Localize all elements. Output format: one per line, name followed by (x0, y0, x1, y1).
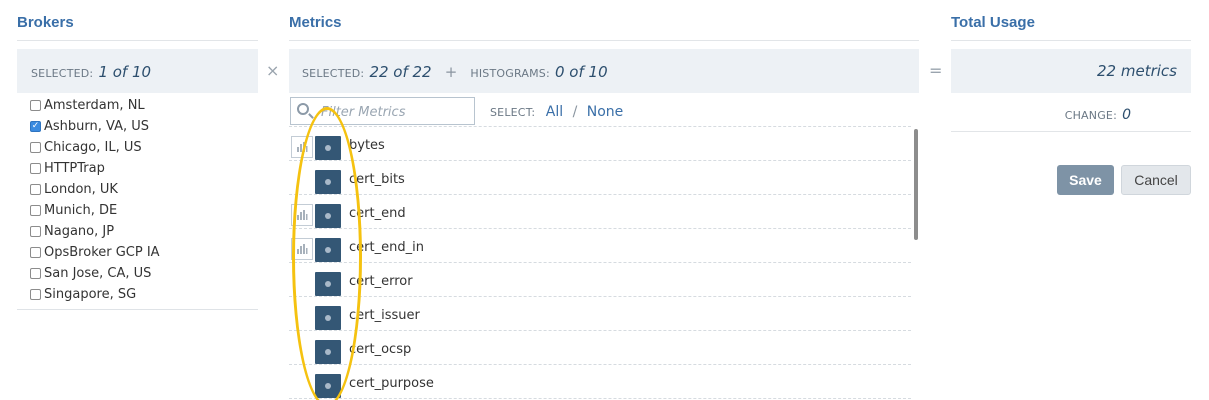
select-all-link[interactable]: All (546, 104, 563, 120)
metrics-selected-value: 22 of 22 (369, 63, 432, 81)
metric-toggle-button[interactable] (315, 170, 341, 194)
broker-item[interactable]: Singapore, SG (17, 284, 258, 305)
checkbox-icon[interactable] (30, 247, 41, 258)
total-usage-heading: Total Usage (951, 14, 1035, 31)
metric-name: cert_bits (349, 172, 405, 187)
checkbox-icon[interactable] (30, 184, 41, 195)
metrics-selected-label: SELECTED: (302, 67, 365, 80)
metric-name: bytes (349, 138, 385, 153)
metric-toggle-button[interactable] (315, 272, 341, 296)
broker-item[interactable]: San Jose, CA, US (17, 263, 258, 284)
brokers-selected-label: SELECTED: (31, 67, 94, 80)
usage-divider (951, 40, 1191, 41)
select-label: SELECT: (490, 106, 536, 119)
metric-toggle-button[interactable] (315, 374, 341, 398)
filter-metrics-field[interactable] (290, 97, 475, 125)
checkbox-icon[interactable] (30, 226, 41, 237)
broker-list: Amsterdam, NL ✓ Ashburn, VA, US Chicago, IL… (17, 95, 258, 310)
broker-label: OpsBroker GCP IA (44, 245, 160, 260)
metric-row: cert_purpose (289, 365, 911, 399)
metric-toggle-button[interactable] (315, 238, 341, 262)
metric-name: cert_purpose (349, 376, 434, 391)
histograms-value: 0 of 10 (554, 63, 608, 81)
metric-list-scrollbar[interactable] (914, 129, 918, 240)
metric-row: cert_ocsp (289, 331, 911, 365)
metrics-heading: Metrics (289, 14, 342, 31)
metric-name: cert_end_in (349, 240, 424, 255)
metric-row: cert_end_in (289, 229, 911, 263)
plus-operator: + (444, 63, 458, 81)
metric-toggle-button[interactable] (315, 340, 341, 364)
broker-item[interactable]: Nagano, JP (17, 221, 258, 242)
checkbox-icon[interactable] (30, 100, 41, 111)
broker-label: HTTPTrap (44, 161, 105, 176)
total-metrics-value: 22 metrics (1097, 62, 1177, 80)
histograms-label: HISTOGRAMS: (470, 67, 550, 80)
checkbox-icon[interactable] (30, 268, 41, 279)
metrics-divider (289, 40, 919, 41)
metric-row: cert_error (289, 263, 911, 297)
filter-metrics-input[interactable] (321, 102, 471, 122)
metric-name: cert_issuer (349, 308, 420, 323)
change-label: CHANGE: (1064, 109, 1117, 122)
save-button[interactable]: Save (1057, 165, 1114, 195)
broker-item[interactable]: OpsBroker GCP IA (17, 242, 258, 263)
histogram-toggle-icon[interactable] (291, 136, 313, 158)
broker-item[interactable]: London, UK (17, 179, 258, 200)
broker-item[interactable]: ✓ Ashburn, VA, US (17, 116, 258, 137)
brokers-divider (17, 40, 258, 41)
broker-item[interactable]: Chicago, IL, US (17, 137, 258, 158)
metric-toggle-button[interactable] (315, 306, 341, 330)
brokers-summary: SELECTED: 1 of 10 (17, 49, 258, 93)
broker-item[interactable]: Amsterdam, NL (17, 95, 258, 116)
broker-label: Chicago, IL, US (44, 140, 142, 155)
checkbox-checked-icon[interactable]: ✓ (30, 121, 41, 132)
select-separator: / (572, 104, 578, 120)
brokers-heading: Brokers (17, 14, 74, 31)
broker-item[interactable]: HTTPTrap (17, 158, 258, 179)
broker-label: Singapore, SG (44, 287, 137, 302)
broker-label: San Jose, CA, US (44, 266, 152, 281)
metric-toggle-button[interactable] (315, 204, 341, 228)
select-none-link[interactable]: None (587, 104, 624, 120)
metric-row: cert_bits (289, 161, 911, 195)
brokers-selected-value: 1 of 10 (98, 63, 152, 81)
search-icon (297, 103, 309, 115)
change-divider (951, 131, 1191, 132)
broker-label: Munich, DE (44, 203, 118, 218)
metric-row: bytes (289, 127, 911, 161)
cancel-button[interactable]: Cancel (1121, 165, 1191, 195)
histogram-toggle-icon[interactable] (291, 238, 313, 260)
usage-summary: 22 metrics (951, 49, 1191, 93)
broker-label: Amsterdam, NL (44, 98, 145, 113)
metric-name: cert_error (349, 274, 413, 289)
checkbox-icon[interactable] (30, 289, 41, 300)
broker-label: London, UK (44, 182, 118, 197)
metric-toggle-button[interactable] (315, 136, 341, 160)
multiply-operator: × (266, 61, 280, 80)
broker-label: Nagano, JP (44, 224, 115, 239)
metric-list: bytes cert_bits cert_end cert_end_in cert_er… (289, 126, 911, 399)
checkbox-icon[interactable] (30, 142, 41, 153)
histogram-toggle-icon[interactable] (291, 204, 313, 226)
metric-row: cert_issuer (289, 297, 911, 331)
checkbox-icon[interactable] (30, 205, 41, 216)
metric-name: cert_ocsp (349, 342, 412, 357)
change-row: CHANGE: 0 (951, 104, 1191, 123)
checkbox-icon[interactable] (30, 163, 41, 174)
metric-name: cert_end (349, 206, 406, 221)
broker-label: Ashburn, VA, US (44, 119, 150, 134)
change-value: 0 (1122, 107, 1131, 123)
select-controls: SELECT: All / None (490, 104, 623, 120)
metrics-summary: SELECTED: 22 of 22 + HISTOGRAMS: 0 of 10 (289, 49, 919, 93)
broker-item[interactable]: Munich, DE (17, 200, 258, 221)
metric-row: cert_end (289, 195, 911, 229)
equals-operator: = (929, 61, 943, 80)
